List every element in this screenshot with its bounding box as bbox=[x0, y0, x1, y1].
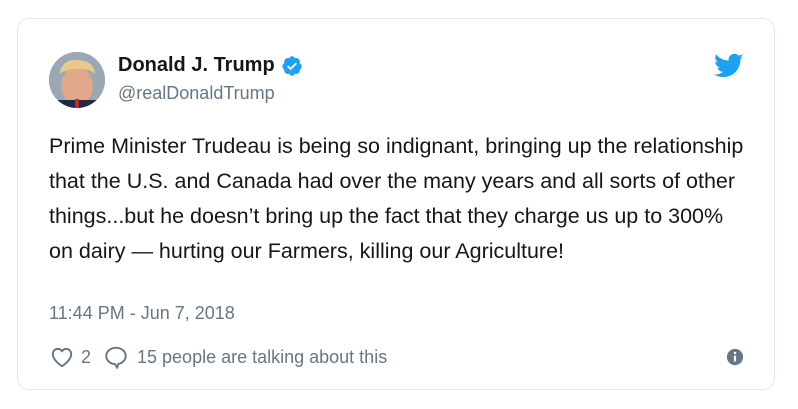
speech-bubble-icon bbox=[105, 346, 127, 369]
author-name[interactable]: Donald J. Trump bbox=[118, 54, 275, 77]
talking-about-text: 15 people are talking about this bbox=[137, 346, 388, 367]
verified-badge-icon bbox=[282, 55, 302, 76]
tweet-timestamp[interactable]: 11:44 PM - Jun 7, 2018 bbox=[49, 303, 235, 324]
tweet-card: Donald J. Trump @realDonaldTrump Prime M… bbox=[17, 18, 775, 390]
like-button[interactable]: 2 bbox=[49, 344, 91, 370]
author-handle[interactable]: @realDonaldTrump bbox=[118, 83, 275, 104]
like-count: 2 bbox=[81, 346, 92, 367]
heart-icon bbox=[51, 347, 73, 368]
reply-button[interactable]: 15 people are talking about this bbox=[103, 344, 387, 370]
author-row: Donald J. Trump bbox=[118, 54, 303, 77]
tweet-text: Prime Minister Trudeau is being so indig… bbox=[49, 134, 744, 263]
info-icon[interactable] bbox=[726, 348, 744, 366]
tweet-actions: 2 15 people are talking about this bbox=[49, 344, 387, 370]
avatar[interactable] bbox=[49, 52, 105, 108]
twitter-bird-icon[interactable] bbox=[714, 53, 744, 79]
